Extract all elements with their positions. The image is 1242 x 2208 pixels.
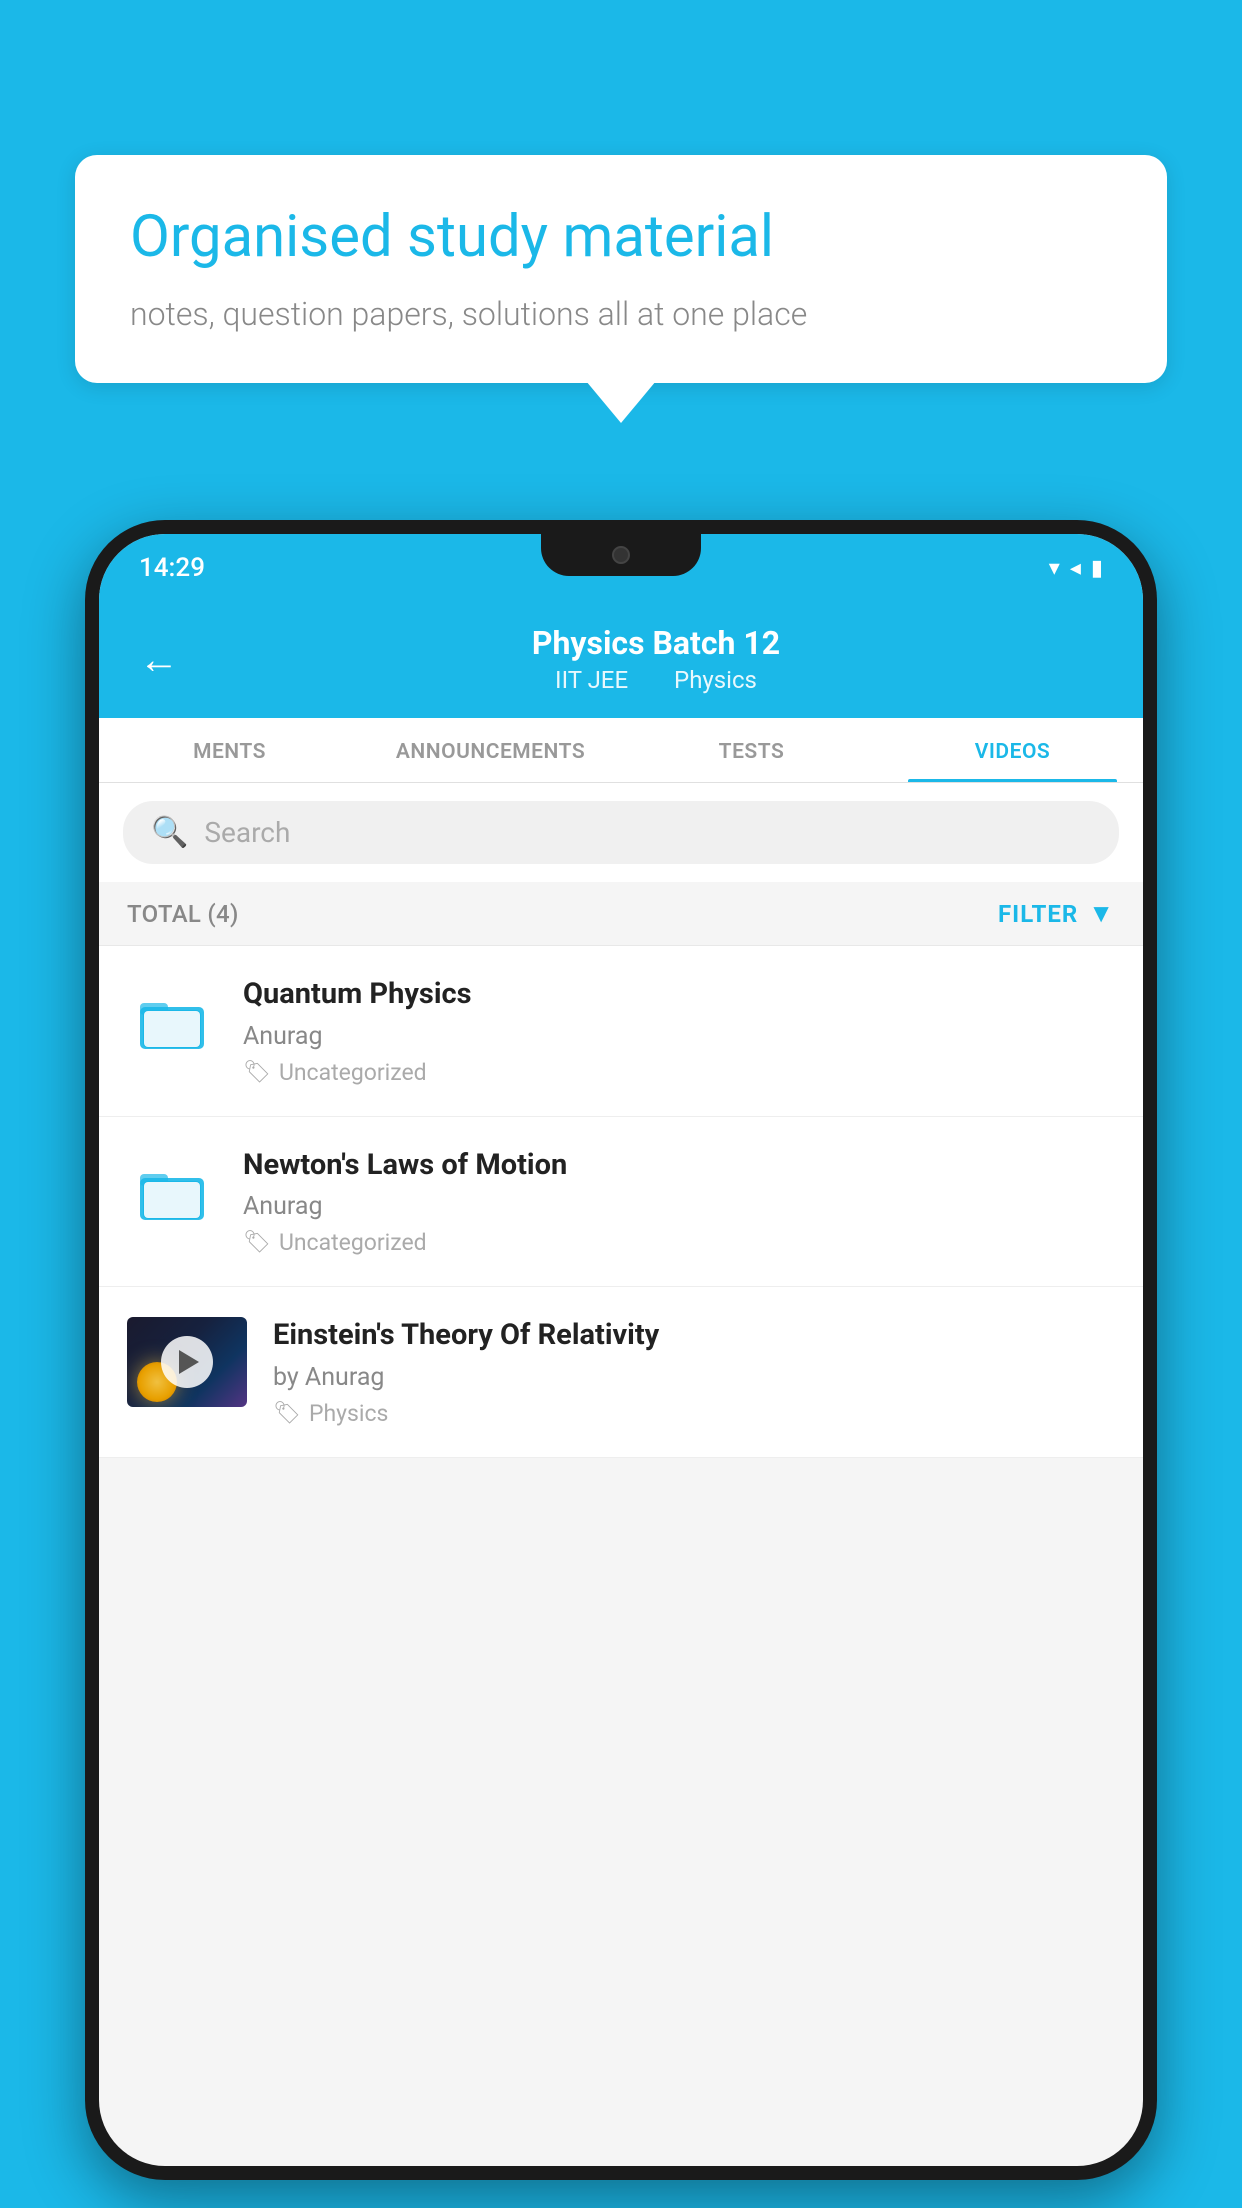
search-bar[interactable]: 🔍 Search — [123, 801, 1119, 864]
phone-outer: 14:29 ▾ ◂ ▮ ← Physics Batch 12 IIT JEE — [85, 520, 1157, 2180]
header-title: Physics Batch 12 — [532, 624, 780, 662]
video-info: Newton's Laws of Motion Anurag 🏷 Uncateg… — [243, 1147, 1115, 1257]
folder-icon — [127, 976, 217, 1066]
tag-icon: 🏷 — [273, 1401, 301, 1426]
tabs-bar: MENTS ANNOUNCEMENTS TESTS VIDEOS — [99, 718, 1143, 783]
header-subtitle: IIT JEE Physics — [545, 666, 767, 694]
play-icon — [179, 1350, 199, 1374]
header-title-block: Physics Batch 12 IIT JEE Physics — [209, 624, 1103, 694]
tag-icon: 🏷 — [243, 1060, 271, 1085]
speech-bubble-card: Organised study material notes, question… — [75, 155, 1167, 383]
phone-wrapper: 14:29 ▾ ◂ ▮ ← Physics Batch 12 IIT JEE — [85, 520, 1157, 2208]
notch — [541, 534, 701, 576]
tab-videos[interactable]: VIDEOS — [882, 718, 1143, 782]
list-item[interactable]: Quantum Physics Anurag 🏷 Uncategorized — [99, 946, 1143, 1117]
tab-tests[interactable]: TESTS — [621, 718, 882, 782]
tab-ments[interactable]: MENTS — [99, 718, 360, 782]
video-info: Einstein's Theory Of Relativity by Anura… — [273, 1317, 1115, 1427]
back-button[interactable]: ← — [139, 636, 179, 683]
video-author: by Anurag — [273, 1363, 1115, 1392]
wifi-icon: ▾ — [1049, 556, 1060, 581]
video-tag: 🏷 Uncategorized — [243, 1059, 1115, 1086]
play-button[interactable] — [161, 1336, 213, 1388]
video-info: Quantum Physics Anurag 🏷 Uncategorized — [243, 976, 1115, 1086]
phone-screen: 14:29 ▾ ◂ ▮ ← Physics Batch 12 IIT JEE — [99, 534, 1143, 2166]
tag-label: Physics — [309, 1400, 388, 1427]
status-time: 14:29 — [139, 553, 205, 583]
video-author: Anurag — [243, 1022, 1115, 1051]
tag-icon: 🏷 — [243, 1230, 271, 1255]
filter-icon: ▼ — [1088, 898, 1115, 929]
tag-label: Uncategorized — [279, 1059, 427, 1086]
video-tag: 🏷 Physics — [273, 1400, 1115, 1427]
search-container: 🔍 Search — [99, 783, 1143, 882]
header-subtitle-part1: IIT JEE — [555, 666, 628, 694]
signal-icon: ◂ — [1070, 556, 1081, 581]
video-title: Einstein's Theory Of Relativity — [273, 1317, 1115, 1355]
speech-bubble-subtitle: notes, question papers, solutions all at… — [130, 295, 1112, 333]
battery-icon: ▮ — [1091, 556, 1103, 581]
filter-bar: TOTAL (4) FILTER ▼ — [99, 882, 1143, 946]
app-header: ← Physics Batch 12 IIT JEE Physics — [99, 602, 1143, 718]
folder-icon — [127, 1147, 217, 1237]
video-title: Quantum Physics — [243, 976, 1115, 1014]
total-count-label: TOTAL (4) — [127, 900, 239, 928]
video-thumbnail — [127, 1317, 247, 1407]
video-tag: 🏷 Uncategorized — [243, 1229, 1115, 1256]
tag-label: Uncategorized — [279, 1229, 427, 1256]
filter-button[interactable]: FILTER ▼ — [998, 898, 1115, 929]
search-icon: 🔍 — [151, 815, 188, 850]
status-icons: ▾ ◂ ▮ — [1049, 556, 1103, 581]
header-subtitle-part2: Physics — [674, 666, 757, 694]
list-item[interactable]: Einstein's Theory Of Relativity by Anura… — [99, 1287, 1143, 1458]
video-title: Newton's Laws of Motion — [243, 1147, 1115, 1185]
filter-label: FILTER — [998, 900, 1078, 928]
search-placeholder: Search — [204, 816, 290, 849]
front-camera — [612, 546, 630, 564]
video-list: Quantum Physics Anurag 🏷 Uncategorized — [99, 946, 1143, 1458]
status-bar: 14:29 ▾ ◂ ▮ — [99, 534, 1143, 602]
speech-bubble-title: Organised study material — [130, 203, 1112, 273]
list-item[interactable]: Newton's Laws of Motion Anurag 🏷 Uncateg… — [99, 1117, 1143, 1288]
video-author: Anurag — [243, 1192, 1115, 1221]
tab-announcements[interactable]: ANNOUNCEMENTS — [360, 718, 621, 782]
